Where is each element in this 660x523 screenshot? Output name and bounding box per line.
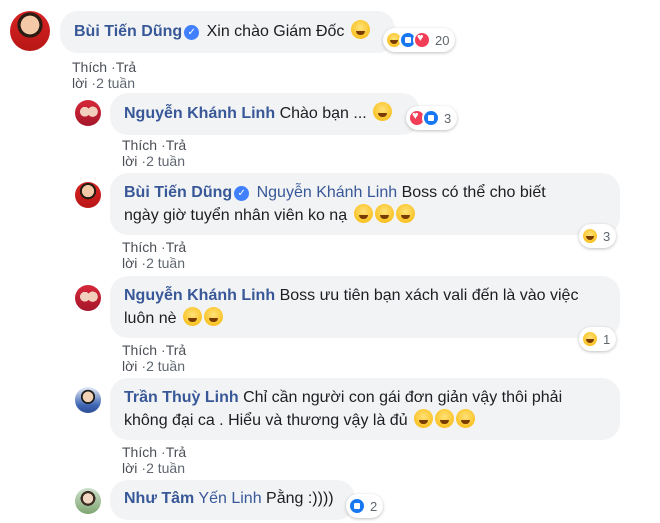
comment-actions: Thích ·Trả lời ·2 tuần [72,59,136,91]
comment-bubble: Như Tâm Yến Linh Pằng :)))) [110,480,355,520]
comment-line: Trần Thuỳ Linh Chỉ cần người con gái đơn… [124,387,606,409]
comment-text: ngày giờ tuyển nhân viên ko nạ [124,207,348,224]
comment-text: Boss có thể cho biết [401,184,546,201]
like-link[interactable]: Thích [72,59,107,75]
verified-icon: ✓ [234,186,250,201]
verified-icon: ✓ [184,25,200,40]
avatar[interactable] [75,182,101,208]
comment-text: Pằng :)))) [266,490,334,507]
timestamp[interactable]: 2 tuần [146,460,185,476]
comment-line: Bùi Tiến Dũng ✓ Nguyễn Khánh Linh Boss có… [124,182,606,204]
comment-author[interactable]: Như Tâm [124,490,194,507]
comment-bubble: Bùi Tiến Dũng ✓ Xin chào Giám Đốc [60,11,395,53]
comment-author[interactable]: Nguyễn Khánh Linh [124,105,275,122]
comment-text: luôn nè [124,310,177,327]
timestamp[interactable]: 2 tuần [146,255,185,271]
hug-emoji-icon [203,307,223,326]
tongue-emoji-icon [353,204,373,223]
avatar[interactable] [10,11,50,51]
love-icon [413,31,431,49]
heart-eyes-emoji-icon [350,20,370,39]
comment-actions: Thích ·Trả lời ·2 tuần [122,444,186,476]
comment-author[interactable]: Trần Thuỳ Linh [124,389,239,406]
comment-actions: Thích ·Trả lời ·2 tuần [122,137,186,169]
reaction-summary[interactable]: 20 [383,28,456,52]
kiss-emoji-icon [414,409,434,428]
haha-icon [581,227,599,245]
comment-line: Nguyễn Khánh Linh Boss ưu tiên bạn xách … [124,285,606,307]
cat-emoji-icon [373,102,393,121]
timestamp[interactable]: 2 tuần [146,358,185,374]
comment-bubble: Nguyễn Khánh Linh Boss ưu tiên bạn xách … [110,276,620,338]
timestamp[interactable]: 2 tuần [96,75,135,91]
reaction-count: 20 [435,32,450,48]
reaction-summary[interactable]: 3 [579,224,617,248]
comment-author[interactable]: Bùi Tiến Dũng [74,23,182,40]
comment-author[interactable]: Bùi Tiến Dũng [124,184,232,201]
reaction-summary[interactable]: 2 [346,494,384,518]
reaction-count: 2 [370,498,378,514]
avatar[interactable] [75,488,101,514]
like-link[interactable]: Thích [122,239,157,255]
like-icon [348,497,366,515]
kiss-emoji-icon [435,409,455,428]
reaction-count: 3 [603,228,611,244]
kiss-emoji-icon [456,409,476,428]
like-icon [422,109,440,127]
tongue-emoji-icon [395,204,415,223]
tongue-emoji-icon [374,204,394,223]
comment-text: Chỉ cần người con gái đơn giản vậy thôi … [243,389,563,406]
like-link[interactable]: Thích [122,342,157,358]
comment-bubble: Trần Thuỳ Linh Chỉ cần người con gái đơn… [110,378,620,440]
comment-actions: Thích ·Trả lời ·2 tuần [122,342,186,374]
avatar[interactable] [75,387,101,413]
comment-text: Xin chào Giám Đốc [206,23,345,40]
reaction-count: 1 [603,331,611,347]
comment-text: Boss ưu tiên bạn xách vali đến là vào vi… [279,287,579,304]
haha-icon [581,330,599,348]
avatar[interactable] [75,285,101,311]
comment-text: Chào bạn ... [279,105,367,122]
comment-actions: Thích ·Trả lời ·2 tuần [122,239,186,271]
comment-bubble: Nguyễn Khánh Linh Chào bạn ... [110,93,420,135]
reaction-count: 3 [444,110,452,126]
comment-bubble: Bùi Tiến Dũng ✓ Nguyễn Khánh Linh Boss có… [110,173,620,235]
mention-tag[interactable]: Nguyễn Khánh Linh [257,184,398,201]
comment-line: ngày giờ tuyển nhân viên ko nạ [124,204,606,227]
reaction-summary[interactable]: 3 [406,106,458,130]
reaction-summary[interactable]: 1 [579,327,617,351]
avatar[interactable] [75,100,101,126]
comment-author[interactable]: Nguyễn Khánh Linh [124,287,275,304]
like-link[interactable]: Thích [122,137,157,153]
mention-tag[interactable]: Yến Linh [198,490,261,507]
like-link[interactable]: Thích [122,444,157,460]
comment-text: không đại ca . Hiểu và thương vậy là đủ [124,412,408,429]
hug-emoji-icon [182,307,202,326]
comment-line: luôn nè [124,307,606,330]
timestamp[interactable]: 2 tuần [146,153,185,169]
comment-line: không đại ca . Hiểu và thương vậy là đủ [124,409,606,432]
